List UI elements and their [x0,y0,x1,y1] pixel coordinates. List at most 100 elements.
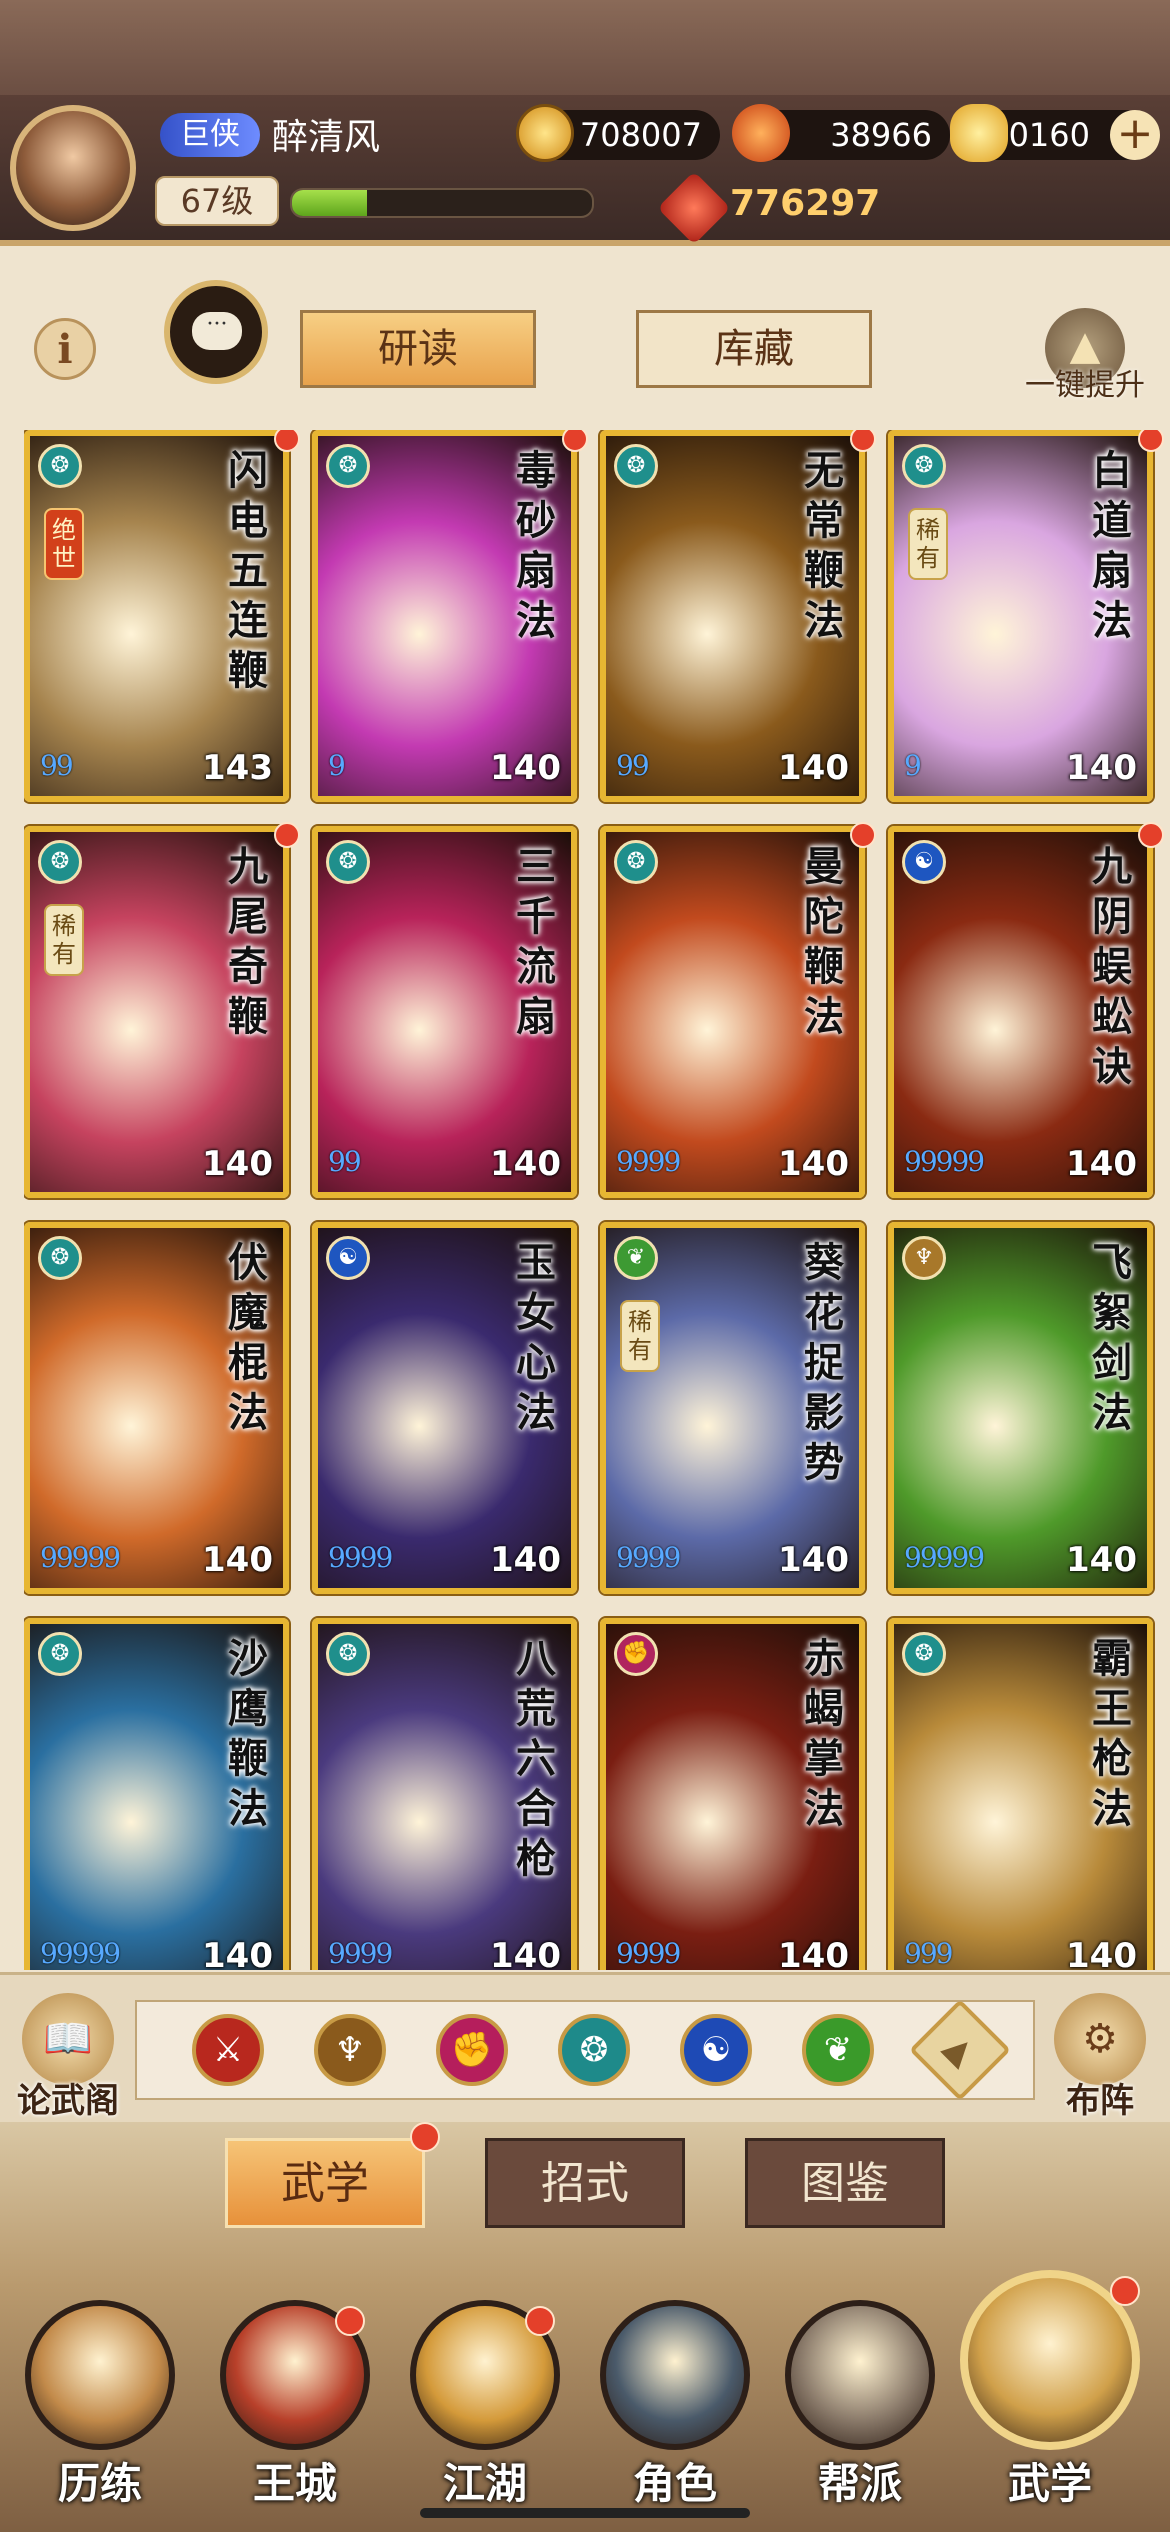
chat-button[interactable]: ··· [164,280,268,384]
skill-card[interactable]: ❂ 九尾奇鞭 稀有 140 [24,826,289,1198]
card-level: 140 [1066,748,1137,788]
tab-zhaoshi[interactable]: 招式 [485,2138,685,2228]
skill-card-grid: ❂ 闪电五连鞭 绝世 99 143 ❂ 毒砂扇法 9 140 ❂ 无常鞭法 99 140 ❂ 白道扇法 稀有 9… [24,430,1164,1970]
card-name: 毒砂扇法 [516,447,556,644]
card-name: 无常鞭法 [804,447,844,644]
card-alert-dot [1138,430,1164,452]
coin-icon [516,104,574,162]
nav-item-2[interactable]: 江湖 [395,2300,575,2532]
rank-badge: 巨侠 [160,113,260,157]
card-alert-dot [274,430,300,452]
nav-item-4[interactable]: 帮派 [770,2300,950,2532]
nav-item-0[interactable]: 历练 [10,2300,190,2532]
lunwuge-button[interactable]: 📖 论武阁 [8,1993,128,2123]
card-name: 曼陀鞭法 [804,843,844,1040]
card-alert-dot [274,822,300,848]
skill-card[interactable]: ✊ 赤蝎掌法 9999 140 [600,1618,865,1970]
skill-card[interactable]: ☯ 玉女心法 9999 140 [312,1222,577,1594]
card-level: 140 [490,1936,561,1970]
rarity-badge: 稀有 [620,1300,660,1372]
skill-card[interactable]: ❂ 伏魔棍法 99999 140 [24,1222,289,1594]
tab-wuxue[interactable]: 武学 [225,2138,425,2228]
element-icon: ❂ [326,1632,370,1676]
element-icon: ❂ [326,840,370,884]
card-level: 140 [490,748,561,788]
star-dots: 9999 [616,1145,681,1178]
skill-card[interactable]: ❂ 三千流扇 99 140 [312,826,577,1198]
skill-card[interactable]: ❦ 葵花捉影势 稀有 9999 140 [600,1222,865,1594]
nav-icon [25,2300,175,2450]
chat-icon: ··· [192,312,242,350]
skill-card[interactable]: ❂ 沙鹰鞭法 99999 140 [24,1618,289,1970]
card-alert-dot [1138,822,1164,848]
skill-card[interactable]: ❂ 闪电五连鞭 绝世 99 143 [24,430,289,802]
card-name: 闪电五连鞭 [228,447,268,694]
skill-card[interactable]: ♆ 飞絮剑法 99999 140 [888,1222,1153,1594]
card-level: 140 [490,1540,561,1580]
element-icon: ❂ [326,444,370,488]
card-level: 140 [202,1936,273,1970]
element-icon: ❂ [902,444,946,488]
card-level: 140 [202,1540,273,1580]
card-alert-dot [562,430,588,452]
skill-card[interactable]: ❂ 曼陀鞭法 9999 140 [600,826,865,1198]
nav-icon [785,2300,935,2450]
player-level: 67级 [155,176,279,226]
nav-label: 王城 [252,2459,337,2508]
upgrade-label: 一键提升 [1025,368,1145,403]
skill-card[interactable]: ❂ 霸王枪法 999 140 [888,1618,1153,1970]
nav-alert-dot [525,2306,555,2336]
card-name: 飞絮剑法 [1092,1239,1132,1436]
skill-card[interactable]: ❂ 八荒六合枪 9999 140 [312,1618,577,1970]
add-currency-button[interactable]: + [1110,110,1160,160]
fan-filter-icon[interactable]: ❂ [558,2014,630,2086]
more-filter-icon[interactable]: ▲ [909,1999,1011,2101]
nav-label: 角色 [632,2459,717,2508]
fist-filter-icon[interactable]: ✊ [436,2014,508,2086]
card-name: 沙鹰鞭法 [228,1635,268,1832]
card-name: 葵花捉影势 [804,1239,844,1486]
taiji-filter-icon[interactable]: ☯ [680,2014,752,2086]
nav-item-3[interactable]: 角色 [585,2300,765,2532]
rarity-badge: 稀有 [44,904,84,976]
element-filter-strip: ⚔ ♆ ✊ ❂ ☯ ❦ ▲ [135,1999,1035,2101]
tab-alert-dot [410,2122,440,2152]
info-button[interactable]: i [34,318,96,380]
star-dots: 99999 [40,1937,121,1970]
tab-tujian[interactable]: 图鉴 [745,2138,945,2228]
nav-icon [600,2300,750,2450]
element-icon: ☯ [902,840,946,884]
card-level: 140 [1066,1936,1137,1970]
card-name: 霸王枪法 [1092,1635,1132,1832]
card-name: 白道扇法 [1092,447,1132,644]
nav-item-1[interactable]: 王城 [205,2300,385,2532]
element-icon: ❦ [614,1236,658,1280]
leaf-filter-icon[interactable]: ❦ [802,2014,874,2086]
one-click-upgrade-button[interactable]: ▲ 一键提升 [1010,308,1160,408]
tab-kucang[interactable]: 库藏 [636,310,872,388]
rarity-badge: 绝世 [44,508,84,580]
star-dots: 99999 [904,1145,985,1178]
lunwuge-label: 论武阁 [17,2081,119,2121]
sword-filter-icon[interactable]: ♆ [314,2014,386,2086]
element-icon: ❂ [38,1236,82,1280]
skill-card[interactable]: ☯ 九阴蜈蚣诀 99999 140 [888,826,1153,1198]
leaf-icon [732,104,790,162]
star-dots: 99 [616,749,650,782]
card-name: 赤蝎掌法 [804,1635,844,1832]
player-avatar[interactable] [10,105,136,231]
player-name: 醉清风 [272,117,381,158]
ingot-icon [950,104,1008,162]
home-indicator [420,2508,750,2518]
xp-bar [290,188,594,218]
skill-card[interactable]: ❂ 白道扇法 稀有 9 140 [888,430,1153,802]
buzhen-button[interactable]: ⚙ 布阵 [1040,1993,1160,2123]
blade-filter-icon[interactable]: ⚔ [192,2014,264,2086]
card-level: 140 [1066,1540,1137,1580]
card-level: 140 [778,1144,849,1184]
skill-card[interactable]: ❂ 毒砂扇法 9 140 [312,430,577,802]
tab-yandu[interactable]: 研读 [300,310,536,388]
star-dots: 99999 [904,1541,985,1574]
nav-item-5[interactable]: 武学 [960,2270,1140,2532]
skill-card[interactable]: ❂ 无常鞭法 99 140 [600,430,865,802]
